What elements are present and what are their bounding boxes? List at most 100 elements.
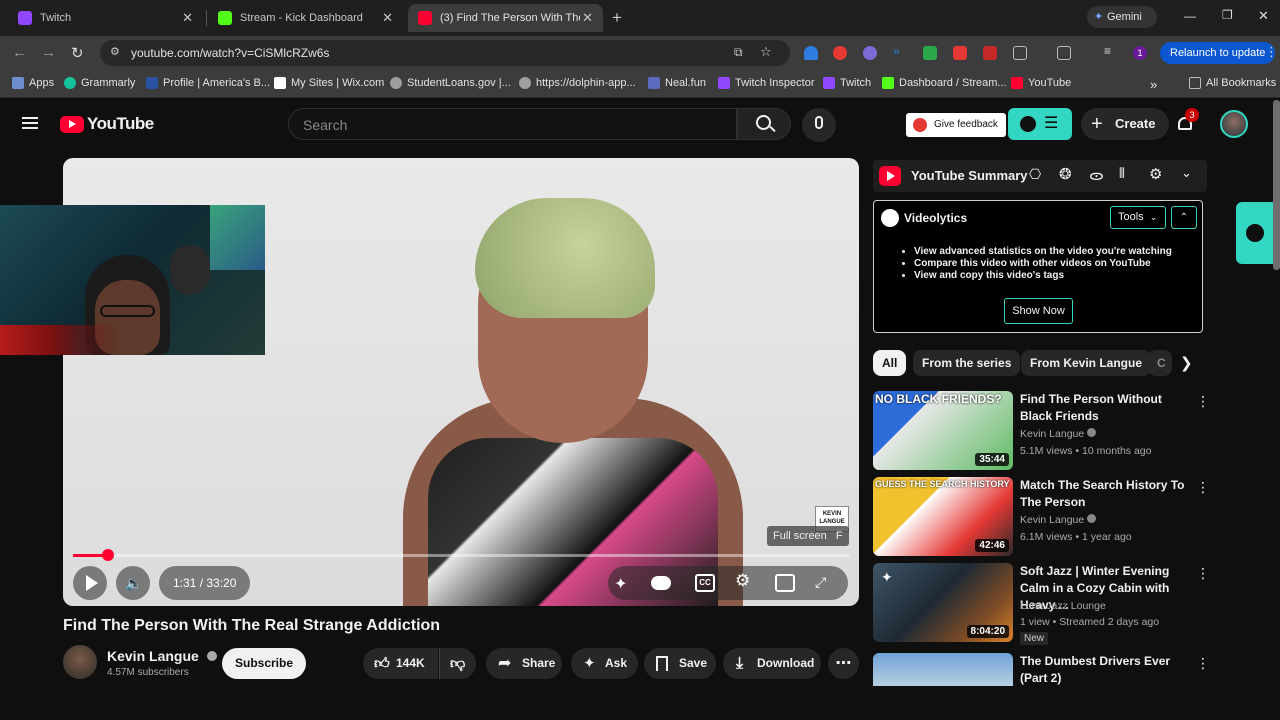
tab-kick-dashboard[interactable]: Stream - Kick Dashboard ✕ [208,4,403,32]
adblock-extension-icon[interactable] [983,46,997,60]
chips-next-icon[interactable]: ❯ [1180,354,1193,372]
bookmark-grammarly[interactable]: Grammarly [64,77,135,89]
back-icon[interactable]: ← [12,44,27,61]
captions-icon[interactable]: CC [695,574,715,592]
recommended-thumbnail[interactable]: NO BLACK FRIENDS? 35:44 [873,391,1013,470]
bookmark-twitch[interactable]: Twitch [823,77,871,89]
red-extension-icon[interactable] [953,46,967,60]
green-extension-icon[interactable] [923,46,937,60]
all-bookmarks[interactable]: All Bookmarks [1189,77,1276,89]
address-bar[interactable]: ⚙ youtube.com/watch?v=CiSMlcRZw6s ⧉ ☆ [100,40,790,66]
forward-icon[interactable]: → [41,44,56,61]
autoplay-toggle[interactable] [651,576,671,590]
recommended-channel[interactable]: Kevin Langue [1020,428,1097,440]
save-button[interactable]: Save [644,648,716,679]
openai-icon[interactable]: ❂ [1059,165,1072,183]
theater-mode-icon[interactable] [775,574,795,592]
youtube-logo[interactable]: YouTube [60,114,154,134]
restore-icon[interactable]: ❐ [1222,8,1233,22]
search-button[interactable] [737,108,791,140]
download-button[interactable]: ⤓ Download [723,648,821,679]
chip-from-series[interactable]: From the series [913,350,1021,376]
recommended-channel[interactable]: Luna Jazz Lounge [1020,600,1106,612]
chip-all[interactable]: All [873,350,907,376]
tab-youtube-active[interactable]: (3) Find The Person With The R ✕ [408,4,603,32]
recommended-title[interactable]: The Dumbest Drivers Ever (Part 2) [1020,653,1190,687]
bookmarks-overflow-icon[interactable]: » [1150,77,1157,92]
dislike-button[interactable]: 👎︎ [439,648,476,679]
channel-avatar[interactable] [63,645,97,679]
cloud-extension-icon[interactable] [863,46,877,60]
more-actions-button[interactable]: ⋯ [828,648,859,679]
ask-button[interactable]: ✦ Ask [571,648,638,679]
notifications-bell-icon[interactable]: 3 [1176,108,1199,132]
settings-gear-icon[interactable]: ⚙ [735,571,755,590]
more-vertical-icon[interactable]: ⋮ [1196,655,1210,672]
relaunch-update-button[interactable]: Relaunch to update [1160,42,1276,64]
more-vertical-icon[interactable]: ⋮ [1196,393,1210,410]
recommended-thumbnail[interactable]: GUESS THE SEARCH HISTORY 42:46 [873,477,1013,556]
recommended-title[interactable]: Match The Search History To The Person [1020,477,1190,511]
close-icon[interactable]: ✕ [582,10,593,26]
more-vertical-icon[interactable]: ⋮ [1196,565,1210,582]
tubebuddy-menu-button[interactable]: ☰ [1008,108,1072,140]
tubebuddy-extension-icon[interactable] [833,46,847,60]
bookmark-youtube[interactable]: YouTube [1011,77,1071,89]
robot-icon[interactable]: ⎔ [1029,166,1041,183]
glasses-icon[interactable]: ᯣ [1089,165,1104,185]
bookmark-star-icon[interactable]: ☆ [760,44,772,60]
bookmark-twitch-inspector[interactable]: Twitch Inspector [718,77,814,89]
shield-extension-icon[interactable] [804,46,818,60]
new-tab-icon[interactable]: + [612,8,622,28]
screenshot-icon[interactable] [1057,46,1071,60]
more-vertical-icon[interactable]: ⋮ [1196,479,1210,496]
profile-avatar[interactable]: 1 [1133,46,1147,60]
subscribe-button[interactable]: Subscribe [222,648,307,679]
progress-scrubber[interactable] [101,549,114,561]
account-avatar[interactable] [1220,110,1248,138]
bookmark-dolphin[interactable]: https://dolphin-app... [519,77,636,89]
recommended-thumbnail[interactable] [873,653,1013,686]
show-now-button[interactable]: Show Now [1004,298,1073,324]
chevron-down-icon[interactable]: ⌄ [1181,165,1192,181]
like-button[interactable]: 👍︎ 144K [363,648,438,679]
collapse-panel-button[interactable]: ⌃ [1171,206,1197,229]
progress-bar[interactable] [73,554,849,557]
page-scrollbar[interactable] [1273,100,1280,270]
recommended-channel[interactable]: Kevin Langue [1020,514,1097,526]
hamburger-menu-icon[interactable] [22,117,38,129]
bookmark-profile[interactable]: Profile | America's B... [146,77,270,89]
mute-button[interactable]: 🔈 [116,566,150,600]
tab-twitch[interactable]: Twitch ✕ [8,4,203,32]
settings-gear-icon[interactable]: ⚙ [1149,165,1162,183]
create-button[interactable]: + Create [1081,108,1170,140]
bookmark-dashboard-stream[interactable]: Dashboard / Stream... [882,77,1007,89]
ai-sparkle-icon[interactable]: ✦ [614,574,634,593]
audio-wave-icon[interactable]: ⫴ [1119,165,1125,182]
bookmark-apps[interactable]: Apps [12,77,54,89]
reading-list-icon[interactable]: ≡ [1104,44,1118,58]
bookmark-studentloans[interactable]: StudentLoans.gov |... [390,77,511,89]
channel-name[interactable]: Kevin Langue [107,648,217,664]
search-input[interactable]: Search [288,108,737,140]
close-icon[interactable]: ✕ [382,10,393,26]
extensions-puzzle-icon[interactable] [1013,46,1027,60]
recommended-thumbnail[interactable]: ✦ 8:04:20 [873,563,1013,642]
gemini-button[interactable]: ✦ Gemini [1087,6,1157,28]
chip-from-channel[interactable]: From Kevin Langue [1021,350,1152,376]
install-app-icon[interactable]: ⧉ [734,45,743,60]
bookmark-wix[interactable]: My Sites | Wix.com [274,77,384,89]
recommended-title[interactable]: Find The Person Without Black Friends [1020,391,1190,425]
fullscreen-icon[interactable]: ⤢ [815,574,835,592]
browser-menu-icon[interactable]: ⋮ [1265,44,1278,60]
close-icon[interactable]: ✕ [182,10,193,26]
share-button[interactable]: ➦ Share [486,648,562,679]
give-feedback-button[interactable]: Give feedback [906,113,1006,137]
voice-search-button[interactable] [802,108,836,142]
minimize-icon[interactable]: — [1184,9,1196,23]
reload-icon[interactable]: ↻ [71,44,84,62]
waves-extension-icon[interactable]: » [893,44,907,58]
tools-dropdown[interactable]: Tools ⌄ [1110,206,1166,229]
bookmark-nealfun[interactable]: Neal.fun [648,77,706,89]
chip-partial[interactable]: C [1148,350,1172,376]
